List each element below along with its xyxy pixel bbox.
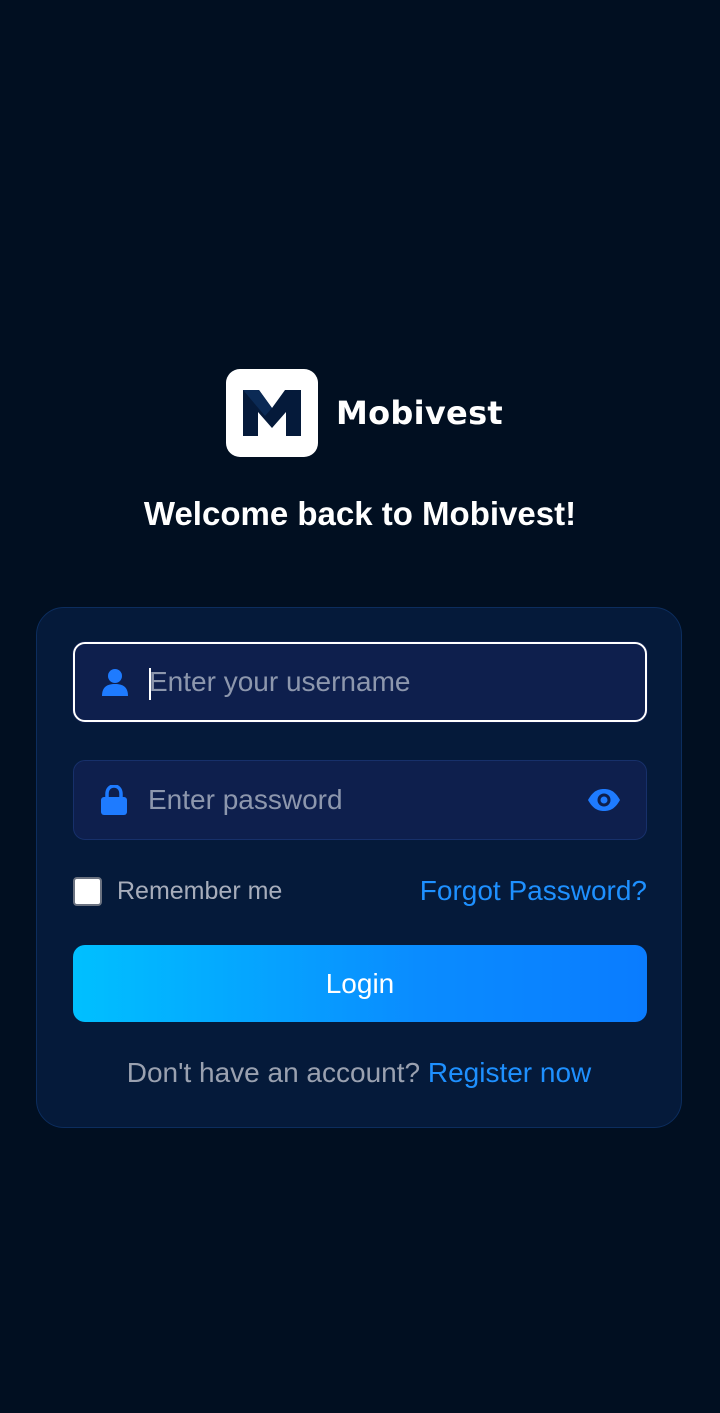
username-input[interactable]	[147, 665, 645, 699]
form-options: Remember me Forgot Password?	[73, 874, 647, 908]
brand-header: Mobivest	[226, 369, 503, 457]
lock-icon	[100, 785, 128, 815]
register-prompt-line: Don't have an account? Register now	[37, 1056, 681, 1090]
password-input[interactable]	[146, 783, 586, 817]
user-icon	[101, 668, 129, 696]
username-field[interactable]	[73, 642, 647, 722]
forgot-password-link[interactable]: Forgot Password?	[420, 874, 647, 908]
login-button[interactable]: Login	[73, 945, 647, 1022]
login-card: Remember me Forgot Password? Login Don't…	[36, 607, 682, 1128]
welcome-title: Welcome back to Mobivest!	[143, 495, 577, 532]
brand-name: Mobivest	[336, 394, 504, 432]
m-logo-icon	[226, 369, 318, 457]
text-cursor	[149, 668, 151, 700]
login-screen: Mobivest Welcome back to Mobivest! Enter…	[0, 0, 720, 1413]
eye-icon[interactable]	[586, 782, 622, 818]
register-prompt: Don't have an account?	[126, 1057, 421, 1088]
register-now-link[interactable]: Register now	[428, 1057, 591, 1088]
password-field[interactable]	[73, 760, 647, 840]
remember-me-checkbox[interactable]	[73, 877, 102, 906]
remember-me-label: Remember me	[117, 877, 283, 905]
